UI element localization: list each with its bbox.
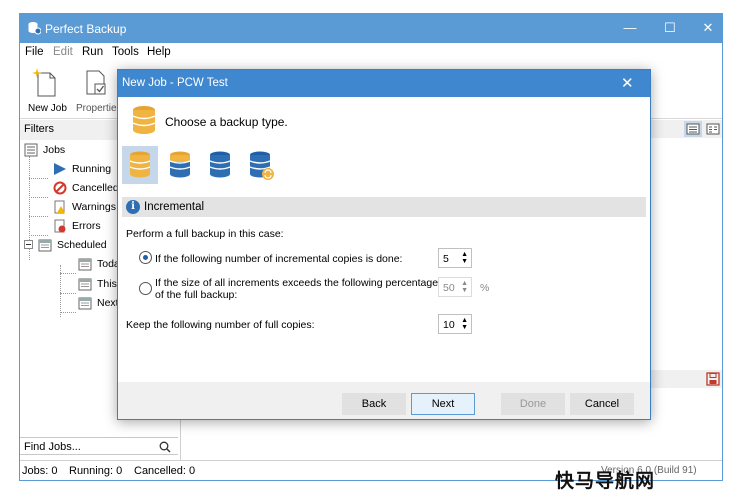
tree-label-running: Running	[72, 163, 112, 175]
dialog-heading: Choose a backup type.	[165, 115, 288, 129]
close-button[interactable]: ✕	[698, 21, 718, 35]
tree-label-errors: Errors	[72, 220, 101, 232]
backup-type-full-button[interactable]	[122, 146, 158, 184]
done-button[interactable]: Done	[501, 393, 565, 415]
calendar-icon	[78, 297, 92, 310]
maximize-button[interactable]: ☐	[660, 21, 680, 35]
option-percentage-label-1: If the size of all increments exceeds th…	[155, 277, 439, 289]
detail-view-icon[interactable]	[705, 121, 721, 137]
app-title: Perfect Backup	[45, 22, 127, 36]
watermark: 快马导航网	[555, 470, 656, 492]
title-bar: Perfect Backup — ☐ ✕	[20, 14, 722, 43]
keep-copies-value: 10	[443, 319, 455, 331]
status-cancelled: Cancelled: 0	[134, 465, 196, 477]
warning-icon	[54, 200, 65, 214]
calendar-icon	[38, 239, 52, 252]
backup-type-sync-button[interactable]	[242, 146, 278, 184]
tree-label-jobs: Jobs	[43, 144, 66, 156]
cancel-button[interactable]: Cancel	[570, 393, 634, 415]
status-jobs: Jobs: 0	[22, 465, 58, 477]
copies-count-value: 5	[443, 253, 449, 265]
play-icon	[54, 163, 66, 175]
search-icon[interactable]	[159, 441, 171, 453]
app-logo-icon	[28, 22, 41, 35]
find-jobs-input[interactable]: Find Jobs...	[24, 441, 81, 453]
dialog-title: New Job - PCW Test	[122, 77, 228, 89]
keep-copies-label: Keep the following number of full copies…	[126, 319, 315, 331]
option-percentage-label-2: of the full backup:	[155, 289, 238, 301]
jobs-list-icon	[24, 143, 38, 157]
tree-line	[29, 197, 48, 198]
percentage-stepper[interactable]: 50 ▲ ▼	[438, 277, 472, 297]
calendar-icon	[78, 258, 92, 271]
menu-help[interactable]: Help	[147, 46, 171, 58]
filters-title: Filters	[24, 123, 54, 135]
option-percentage-radio[interactable]	[139, 282, 152, 295]
save-icon[interactable]	[706, 372, 720, 386]
section-header: i Incremental	[122, 197, 646, 217]
info-icon: i	[126, 200, 140, 214]
next-button[interactable]: Next	[411, 393, 475, 415]
copies-count-stepper[interactable]: 5 ▲ ▼	[438, 248, 472, 268]
stepper-arrows-icon[interactable]: ▲ ▼	[461, 251, 468, 265]
stepper-arrows-icon[interactable]: ▲ ▼	[461, 280, 468, 294]
backup-type-selector	[122, 146, 282, 184]
backup-type-incremental-button[interactable]	[162, 146, 198, 184]
status-running: Running: 0	[69, 465, 123, 477]
menu-bar: File Edit Run Tools Help	[20, 43, 722, 63]
tree-line	[60, 312, 76, 313]
find-jobs-bar[interactable]: Find Jobs...	[20, 437, 178, 455]
tree-label-cancelled: Cancelled	[72, 182, 119, 194]
collapse-icon[interactable]	[24, 240, 34, 250]
tree-label-warnings: Warnings	[72, 201, 116, 213]
minimize-button[interactable]: —	[620, 21, 640, 35]
stepper-arrows-icon[interactable]: ▲ ▼	[461, 317, 468, 331]
full-backup-icon	[129, 151, 151, 178]
tree-line	[60, 273, 76, 274]
new-job-dialog: New Job - PCW Test ✕ Choose a backup typ…	[117, 69, 651, 420]
differential-backup-icon	[209, 151, 231, 178]
dialog-button-bar: Back Next Done Cancel	[118, 382, 650, 419]
perform-full-label: Perform a full backup in this case:	[126, 228, 284, 240]
tree-line	[29, 178, 48, 179]
view-toggle-bar	[651, 120, 722, 138]
cancelled-icon	[53, 181, 67, 195]
back-button[interactable]: Back	[342, 393, 406, 415]
tree-label-next: Next	[97, 297, 119, 309]
sync-backup-icon	[249, 151, 274, 180]
menu-run[interactable]: Run	[82, 46, 103, 58]
tree-line	[29, 235, 48, 236]
incremental-backup-icon	[169, 151, 191, 178]
menu-edit[interactable]: Edit	[53, 46, 73, 58]
backup-type-differential-button[interactable]	[202, 146, 238, 184]
menu-file[interactable]: File	[25, 46, 44, 58]
tree-label-this: This	[97, 278, 117, 290]
menu-tools[interactable]: Tools	[112, 46, 139, 58]
tree-line	[60, 293, 76, 294]
option-copies-label: If the following number of incremental c…	[155, 253, 403, 265]
log-panel-header	[651, 370, 722, 388]
percent-sign: %	[480, 282, 490, 294]
calendar-icon	[78, 278, 92, 291]
properties-icon	[86, 70, 106, 95]
tree-label-scheduled: Scheduled	[57, 239, 107, 251]
dialog-header: Choose a backup type.	[118, 97, 650, 139]
error-icon	[54, 219, 66, 233]
percentage-value: 50	[443, 282, 455, 294]
option-copies-radio[interactable]	[139, 251, 152, 264]
dialog-title-bar: New Job - PCW Test ✕	[118, 70, 650, 97]
section-title: Incremental	[144, 201, 205, 213]
keep-copies-stepper[interactable]: 10 ▲ ▼	[438, 314, 472, 334]
tree-line	[29, 216, 48, 217]
dialog-close-button[interactable]: ✕	[621, 74, 634, 92]
list-view-icon[interactable]	[684, 121, 702, 137]
new-job-label: New Job	[28, 103, 67, 114]
new-job-icon	[32, 68, 56, 97]
properties-label: Properties	[76, 103, 122, 114]
backup-database-icon	[132, 106, 156, 134]
